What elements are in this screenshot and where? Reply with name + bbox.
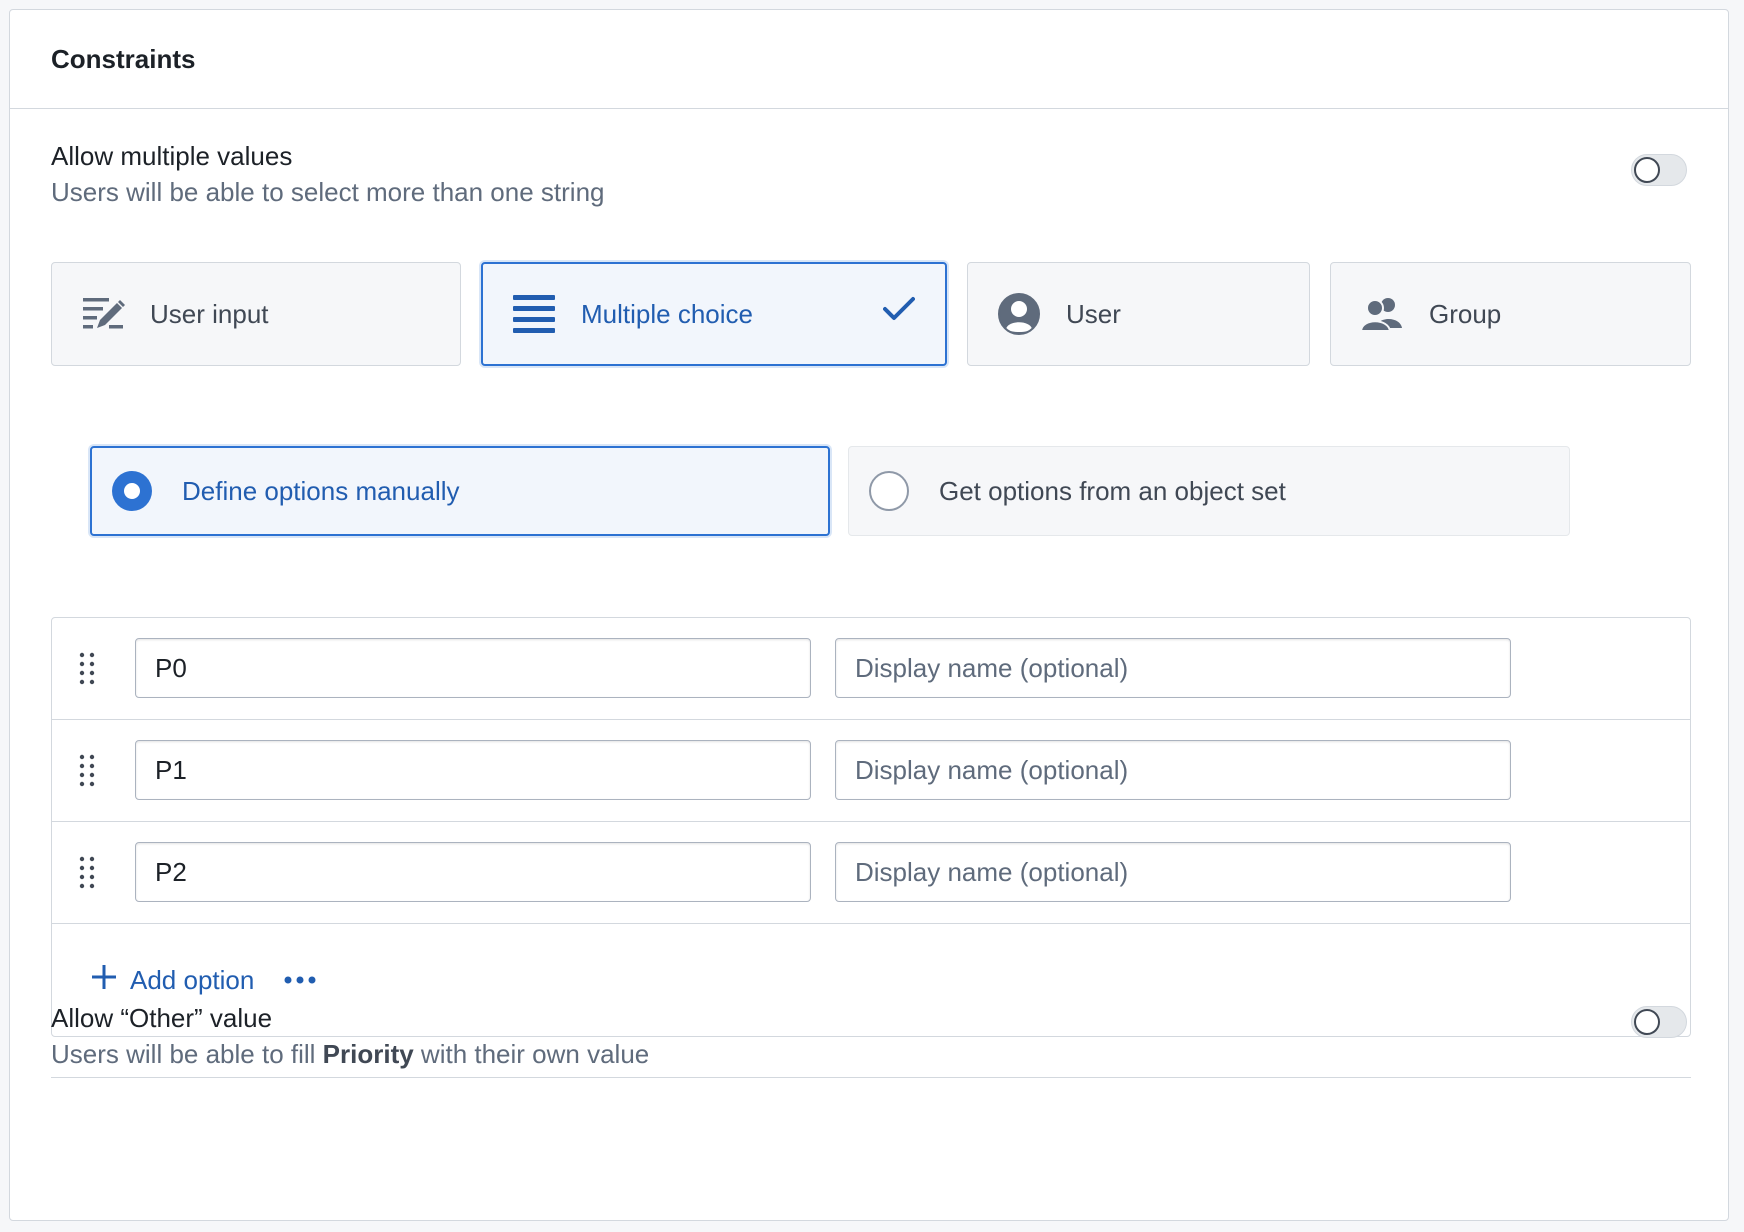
toggle-knob	[1634, 157, 1660, 183]
drag-handle-icon[interactable]	[78, 652, 96, 686]
list-icon	[511, 291, 557, 337]
option-display-name-input[interactable]	[835, 740, 1511, 800]
input-type-selector: User input Multiple choice User Group	[51, 262, 1691, 366]
radio-selected[interactable]	[112, 471, 152, 511]
type-card-user-input[interactable]: User input	[51, 262, 461, 366]
add-option-button[interactable]: Add option	[92, 964, 255, 996]
panel-header: Constraints	[10, 10, 1728, 109]
option-value-input[interactable]	[135, 638, 811, 698]
panel-title: Constraints	[51, 43, 196, 74]
type-card-user[interactable]: User	[967, 262, 1310, 366]
source-label: Define options manually	[182, 475, 460, 506]
radio-unselected[interactable]	[869, 471, 909, 511]
option-row	[52, 618, 1690, 720]
option-display-name-input[interactable]	[835, 842, 1511, 902]
person-icon	[996, 291, 1042, 337]
constraints-panel: Constraints Allow multiple values Users …	[9, 9, 1729, 1221]
type-card-label: User	[1066, 298, 1121, 329]
type-card-label: Group	[1429, 298, 1502, 329]
description-suffix: with their own value	[413, 1039, 650, 1069]
option-display-name-input[interactable]	[835, 638, 1511, 698]
source-label: Get options from an object set	[939, 475, 1286, 506]
source-define-manually[interactable]: Define options manually	[90, 446, 830, 536]
multiple-values-setting: Allow multiple values Users will be able…	[51, 138, 1687, 210]
plus-icon	[92, 964, 116, 996]
option-value-input[interactable]	[135, 842, 811, 902]
type-card-label: Multiple choice	[581, 298, 753, 329]
option-row	[52, 720, 1690, 822]
pencil-list-icon	[80, 291, 126, 337]
toggle-knob	[1634, 1009, 1660, 1035]
drag-handle-icon[interactable]	[78, 856, 96, 890]
type-card-multiple-choice[interactable]: Multiple choice	[481, 262, 947, 366]
option-value-input[interactable]	[135, 740, 811, 800]
type-card-group[interactable]: Group	[1330, 262, 1691, 366]
type-card-label: User input	[150, 298, 269, 329]
more-icon	[284, 973, 316, 988]
other-value-setting: Allow “Other” value Users will be able t…	[51, 1000, 1687, 1072]
description-prefix: Users will be able to fill	[51, 1039, 323, 1069]
add-option-label: Add option	[130, 964, 255, 995]
option-source-selector: Define options manually Get options from…	[90, 446, 1670, 536]
options-list: Add option	[51, 617, 1691, 1037]
other-value-toggle[interactable]	[1631, 1006, 1687, 1038]
people-icon	[1359, 291, 1405, 337]
checkmark-icon	[883, 296, 915, 327]
multiple-values-toggle[interactable]	[1631, 154, 1687, 186]
other-value-label: Allow “Other” value	[51, 1003, 273, 1033]
option-row	[52, 822, 1690, 924]
section-divider	[51, 1077, 1691, 1078]
drag-handle-icon[interactable]	[78, 754, 96, 788]
source-object-set[interactable]: Get options from an object set	[848, 446, 1570, 536]
multiple-values-label: Allow multiple values	[51, 141, 293, 171]
multiple-values-description: Users will be able to select more than o…	[51, 177, 605, 207]
field-name: Priority	[322, 1039, 414, 1069]
other-value-description: Users will be able to fill Priority with…	[51, 1036, 1687, 1072]
more-options-button[interactable]	[284, 973, 316, 988]
